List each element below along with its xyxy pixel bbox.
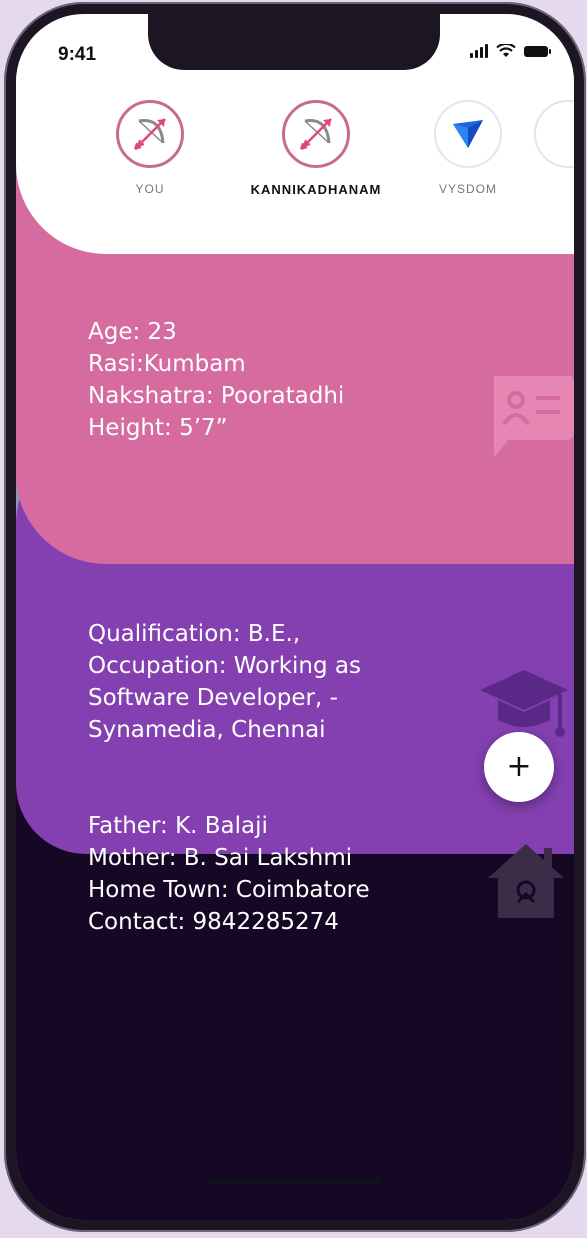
hometown-text: Home Town: Coimbatore: [88, 877, 370, 903]
qualification-text: Qualification: B.E.,: [88, 621, 301, 647]
occupation-detail-text: Software Developer, -: [88, 685, 338, 711]
nakshatra-text: Nakshatra: Pooratadhi: [88, 383, 345, 409]
home-indicator[interactable]: [206, 1178, 380, 1184]
wifi-icon: [496, 44, 516, 57]
home-icon: [488, 844, 564, 918]
battery-icon: [524, 45, 551, 57]
story-avatar[interactable]: [534, 100, 574, 168]
stories-bar: YOU KANNIKADHANAM VYSDOM: [16, 100, 574, 230]
plus-icon: +: [506, 749, 532, 784]
age-text: Age: 23: [88, 319, 177, 345]
personal-info: Age: 23 Rasi:Kumbam Nakshatra: Pooratadh…: [88, 316, 344, 444]
signal-icon: [470, 44, 488, 58]
id-card-icon: [494, 376, 574, 458]
story-vysdom[interactable]: VYSDOM: [388, 100, 548, 196]
company-text: Synamedia, Chennai: [88, 717, 326, 743]
add-button[interactable]: +: [484, 732, 554, 802]
father-text: Father: K. Balaji: [88, 813, 268, 839]
education-info: Qualification: B.E., Occupation: Working…: [88, 618, 361, 746]
rasi-text: Rasi:Kumbam: [88, 351, 246, 377]
story-label: YOU: [135, 182, 165, 196]
bow-arrow-icon: [134, 118, 166, 150]
notch: [148, 14, 440, 70]
story-avatar[interactable]: [434, 100, 502, 168]
story-avatar[interactable]: [282, 100, 350, 168]
app-screen: 9:41 YOU KANNIKADHANAM VYSDOM Age: 23 Ra…: [16, 14, 574, 1220]
story-label: KANNIKADHANAM: [250, 182, 382, 197]
story-more[interactable]: [534, 100, 574, 168]
mother-text: Mother: B. Sai Lakshmi: [88, 845, 353, 871]
story-avatar[interactable]: [116, 100, 184, 168]
story-you[interactable]: YOU: [70, 100, 230, 196]
bow-arrow-icon: [300, 118, 332, 150]
story-kannikadhanam[interactable]: KANNIKADHANAM: [236, 100, 396, 197]
family-info: Father: K. Balaji Mother: B. Sai Lakshmi…: [88, 810, 370, 938]
occupation-text: Occupation: Working as: [88, 653, 361, 679]
status-icons: [470, 44, 551, 58]
height-text: Height: 5’7”: [88, 415, 228, 441]
phone-frame: 9:41 YOU KANNIKADHANAM VYSDOM Age: 23 Ra…: [4, 2, 586, 1232]
status-time: 9:41: [58, 44, 97, 65]
contact-text: Contact: 9842285274: [88, 909, 339, 935]
story-label: VYSDOM: [438, 182, 497, 196]
v-logo-icon: [453, 120, 483, 148]
